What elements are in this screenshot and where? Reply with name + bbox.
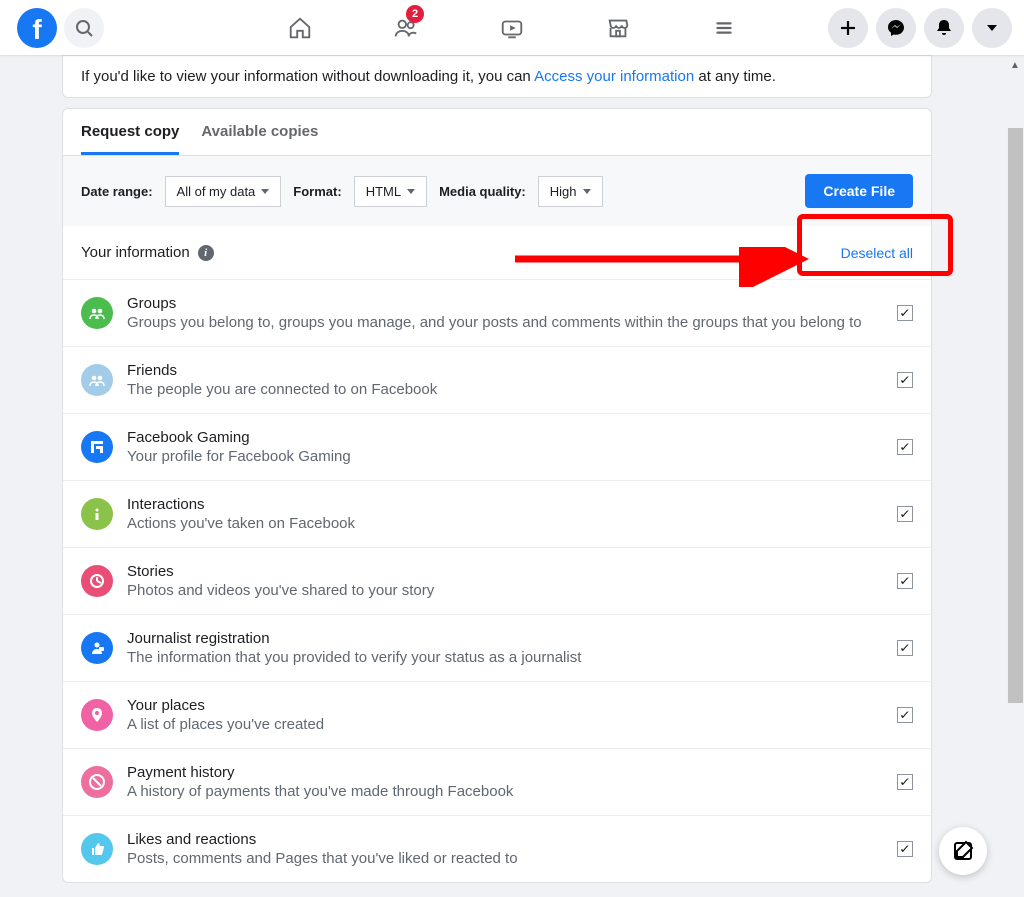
info-item-likes[interactable]: Likes and reactions Posts, comments and … xyxy=(63,815,931,882)
watch-icon xyxy=(499,15,525,41)
item-subtitle: Your profile for Facebook Gaming xyxy=(127,448,897,465)
main-card: Request copy Available copies Date range… xyxy=(62,108,932,883)
item-subtitle: Posts, comments and Pages that you've li… xyxy=(127,850,897,867)
item-subtitle: Groups you belong to, groups you manage,… xyxy=(127,314,897,331)
bell-icon xyxy=(935,19,953,37)
item-subtitle: Actions you've taken on Facebook xyxy=(127,515,897,532)
account-button[interactable] xyxy=(972,8,1012,48)
item-title: Interactions xyxy=(127,496,897,513)
info-item-friends[interactable]: Friends The people you are connected to … xyxy=(63,346,931,413)
scroll-up-arrow[interactable]: ▲ xyxy=(1007,56,1023,74)
create-button[interactable] xyxy=(828,8,868,48)
stories-icon xyxy=(81,565,113,597)
item-checkbox[interactable] xyxy=(897,372,913,388)
create-file-button[interactable]: Create File xyxy=(805,174,913,208)
item-subtitle: A list of places you've created xyxy=(127,716,897,733)
messenger-button[interactable] xyxy=(876,8,916,48)
intro-card: If you'd like to view your information w… xyxy=(62,55,932,98)
gaming-icon xyxy=(81,431,113,463)
item-title: Friends xyxy=(127,362,897,379)
item-title: Likes and reactions xyxy=(127,831,897,848)
scrollbar-thumb[interactable] xyxy=(1007,128,1023,703)
media-quality-select[interactable]: High xyxy=(538,176,603,207)
nav-marketplace[interactable] xyxy=(565,0,671,55)
tab-request-copy[interactable]: Request copy xyxy=(81,109,179,155)
item-checkbox[interactable] xyxy=(897,707,913,723)
item-checkbox[interactable] xyxy=(897,439,913,455)
info-item-groups[interactable]: Groups Groups you belong to, groups you … xyxy=(63,279,931,346)
intro-prefix: If you'd like to view your information w… xyxy=(81,68,534,85)
friends-icon xyxy=(81,364,113,396)
payment-icon xyxy=(81,766,113,798)
item-checkbox[interactable] xyxy=(897,640,913,656)
menu-icon xyxy=(711,15,737,41)
nav-menu[interactable] xyxy=(671,0,777,55)
marketplace-icon xyxy=(605,15,631,41)
item-title: Journalist registration xyxy=(127,630,897,647)
item-checkbox[interactable] xyxy=(897,841,913,857)
plus-icon xyxy=(839,19,857,37)
item-title: Your places xyxy=(127,697,897,714)
chevron-down-icon xyxy=(986,22,998,34)
date-range-select[interactable]: All of my data xyxy=(165,176,282,207)
info-item-places[interactable]: Your places A list of places you've crea… xyxy=(63,681,931,748)
facebook-logo[interactable]: f xyxy=(17,8,57,48)
places-icon xyxy=(81,699,113,731)
item-title: Groups xyxy=(127,295,897,312)
item-title: Payment history xyxy=(127,764,897,781)
section-title: Your information xyxy=(81,244,190,261)
media-quality-label: Media quality: xyxy=(439,184,526,199)
intro-suffix: at any time. xyxy=(694,68,776,85)
date-range-label: Date range: xyxy=(81,184,153,199)
options-row: Date range: All of my data Format: HTML … xyxy=(63,156,931,226)
item-title: Stories xyxy=(127,563,897,580)
format-label: Format: xyxy=(293,184,341,199)
info-item-payment[interactable]: Payment history A history of payments th… xyxy=(63,748,931,815)
item-checkbox[interactable] xyxy=(897,506,913,522)
item-checkbox[interactable] xyxy=(897,305,913,321)
search-button[interactable] xyxy=(64,8,104,48)
tab-available-copies[interactable]: Available copies xyxy=(201,109,318,155)
nav-friends[interactable]: 2 xyxy=(353,0,459,55)
friends-badge: 2 xyxy=(406,5,424,23)
item-checkbox[interactable] xyxy=(897,774,913,790)
messenger-icon xyxy=(887,19,905,37)
edit-fab[interactable] xyxy=(939,827,987,875)
search-icon xyxy=(75,19,93,37)
info-item-gaming[interactable]: Facebook Gaming Your profile for Faceboo… xyxy=(63,413,931,480)
nav-watch[interactable] xyxy=(459,0,565,55)
groups-icon xyxy=(81,297,113,329)
edit-icon xyxy=(952,840,974,862)
item-subtitle: Photos and videos you've shared to your … xyxy=(127,582,897,599)
deselect-all-link[interactable]: Deselect all xyxy=(841,245,913,261)
info-icon[interactable]: i xyxy=(198,245,214,261)
item-subtitle: A history of payments that you've made t… xyxy=(127,783,897,800)
item-checkbox[interactable] xyxy=(897,573,913,589)
info-item-stories[interactable]: Stories Photos and videos you've shared … xyxy=(63,547,931,614)
your-information-header: Your information i Deselect all xyxy=(63,226,931,279)
info-item-info[interactable]: Interactions Actions you've taken on Fac… xyxy=(63,480,931,547)
item-subtitle: The information that you provided to ver… xyxy=(127,649,897,666)
info-icon xyxy=(81,498,113,530)
info-item-journ[interactable]: Journalist registration The information … xyxy=(63,614,931,681)
notifications-button[interactable] xyxy=(924,8,964,48)
page-scroll[interactable]: If you'd like to view your information w… xyxy=(0,55,1024,897)
item-title: Facebook Gaming xyxy=(127,429,897,446)
nav-home[interactable] xyxy=(247,0,353,55)
home-icon xyxy=(287,15,313,41)
journ-icon xyxy=(81,632,113,664)
likes-icon xyxy=(81,833,113,865)
top-navbar: f 2 xyxy=(0,0,1024,55)
access-info-link[interactable]: Access your information xyxy=(534,68,694,85)
item-subtitle: The people you are connected to on Faceb… xyxy=(127,381,897,398)
format-select[interactable]: HTML xyxy=(354,176,427,207)
